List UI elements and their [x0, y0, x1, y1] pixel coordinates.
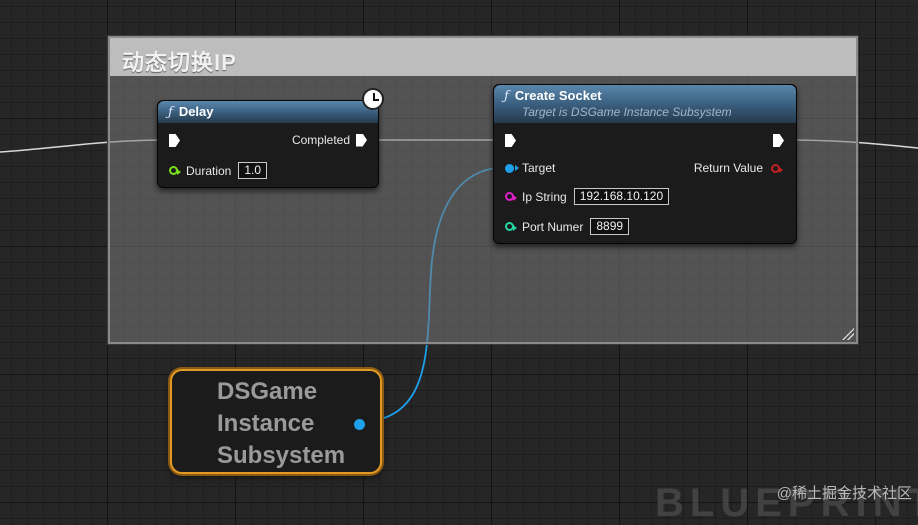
- comment-title[interactable]: 动态切换IP: [110, 38, 856, 76]
- create-socket-node[interactable]: ƒ Create Socket Target is DSGame Instance…: [493, 84, 797, 244]
- variable-line-2: Instance: [217, 410, 315, 437]
- exec-in-pin[interactable]: [505, 134, 516, 147]
- variable-line-3: Subsystem: [217, 442, 346, 469]
- watermark-text: @稀土掘金技术社区: [776, 485, 912, 502]
- duration-input[interactable]: 1.0: [238, 162, 268, 179]
- object-pin-icon[interactable]: [505, 163, 519, 173]
- completed-label: Completed: [291, 133, 350, 147]
- duration-pin-row: Duration 1.0: [169, 162, 268, 179]
- delay-node[interactable]: ƒ Delay Completed Duration 1.0: [157, 100, 379, 188]
- resize-grip-icon[interactable]: [842, 328, 854, 340]
- ip-string-label: Ip String: [522, 189, 567, 204]
- port-pin-row: Port Numer 8899: [505, 218, 630, 235]
- target-label: Target: [522, 161, 556, 175]
- completed-pin-row: Completed: [292, 133, 367, 147]
- delay-node-title: Delay: [178, 104, 214, 119]
- duration-label: Duration: [186, 163, 232, 178]
- port-numer-input[interactable]: 8899: [590, 218, 630, 235]
- function-icon: ƒ: [168, 105, 173, 120]
- function-icon: ƒ: [504, 89, 509, 104]
- string-pin-icon[interactable]: [505, 192, 517, 201]
- variable-line-1: DSGame: [217, 378, 318, 405]
- variable-node[interactable]: DSGame Instance Subsystem: [170, 369, 382, 474]
- clock-icon: [362, 88, 384, 110]
- port-numer-label: Port Numer: [522, 219, 584, 234]
- create-socket-title: Create Socket: [514, 88, 602, 103]
- ip-pin-row: Ip String 192.168.10.120: [505, 188, 670, 205]
- delay-node-header: ƒ Delay: [158, 101, 378, 123]
- target-pin-row: Target: [505, 161, 555, 175]
- return-pin-row: Return Value: [694, 161, 784, 175]
- ip-string-input[interactable]: 192.168.10.120: [573, 188, 670, 205]
- exec-out-pin[interactable]: [773, 134, 784, 147]
- object-output-pin-icon[interactable]: [354, 419, 365, 430]
- return-pin-icon[interactable]: [771, 163, 783, 173]
- exec-in-pin[interactable]: [169, 134, 180, 147]
- variable-node-label: DSGame Instance Subsystem: [217, 376, 345, 472]
- exec-out-pin[interactable]: [356, 133, 367, 147]
- int-pin-icon[interactable]: [505, 222, 517, 231]
- return-value-label: Return Value: [693, 161, 763, 175]
- create-socket-subtitle: Target is DSGame Instance Subsystem: [522, 105, 732, 119]
- create-socket-header: ƒ Create Socket Target is DSGame Instance…: [494, 85, 796, 123]
- float-pin-icon[interactable]: [169, 166, 181, 175]
